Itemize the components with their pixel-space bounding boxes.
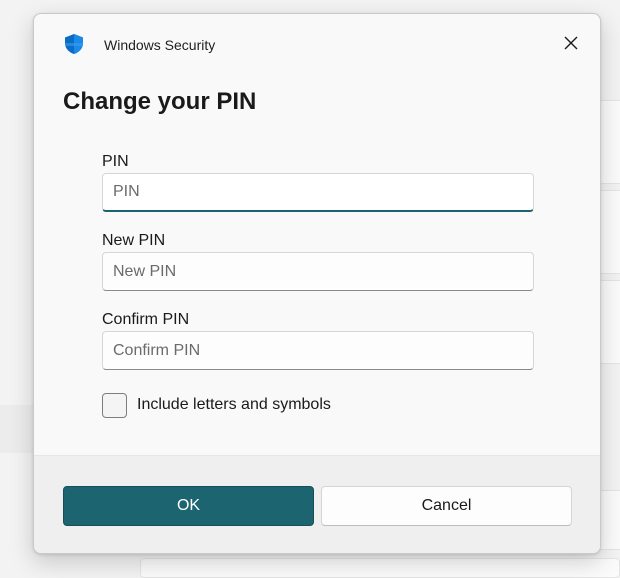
- confirm-pin-input[interactable]: [102, 331, 534, 370]
- new-pin-input[interactable]: [102, 252, 534, 291]
- include-letters-checkbox[interactable]: [102, 393, 127, 418]
- new-pin-label: New PIN: [102, 232, 166, 249]
- cancel-button[interactable]: Cancel: [321, 486, 572, 526]
- change-pin-dialog: Windows Security Change your PIN PIN New…: [33, 13, 601, 554]
- include-letters-label[interactable]: Include letters and symbols: [137, 396, 331, 414]
- dialog-titlebar: Windows Security: [34, 14, 600, 76]
- close-button[interactable]: [558, 32, 584, 58]
- dialog-heading: Change your PIN: [63, 88, 257, 115]
- background-card: [140, 558, 620, 578]
- shield-icon: [63, 33, 85, 55]
- confirm-pin-label: Confirm PIN: [102, 311, 190, 328]
- app-title: Windows Security: [104, 37, 216, 53]
- pin-label: PIN: [102, 153, 129, 170]
- ok-button[interactable]: OK: [63, 486, 314, 526]
- pin-input[interactable]: [102, 173, 534, 212]
- dialog-footer: OK Cancel: [34, 455, 600, 553]
- close-icon: [564, 36, 578, 55]
